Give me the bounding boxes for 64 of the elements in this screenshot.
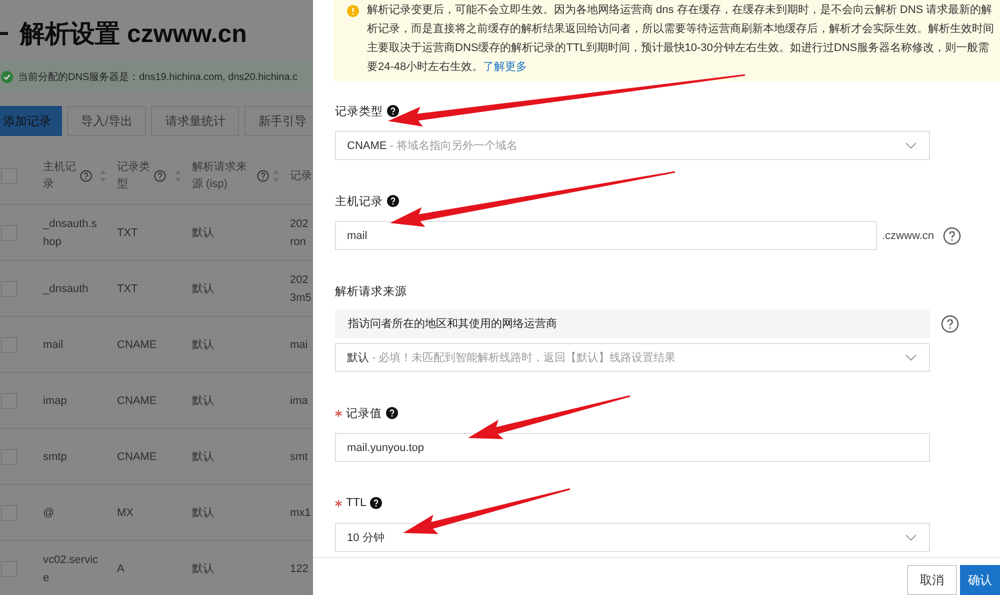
table-cell-text: ima: [290, 394, 309, 408]
table-cell-text: mail: [43, 338, 64, 352]
footer-button[interactable]: 取消: [907, 565, 957, 595]
table-cell-text: mx1: [290, 506, 312, 520]
field-label: 主机记录: [335, 194, 383, 208]
help-icon[interactable]: [386, 407, 398, 419]
sort-icon[interactable]: [174, 169, 182, 183]
table-cell: 默认: [192, 339, 214, 351]
table-cell-text: 202 3m5: [290, 272, 312, 306]
field-label: TTL: [346, 497, 366, 509]
help-icon[interactable]: [387, 195, 399, 207]
table-cell-text: smt: [290, 450, 309, 464]
learn-more-link[interactable]: 了解更多: [483, 61, 528, 73]
table-cell-text: smtp: [43, 450, 68, 464]
back-dash-icon[interactable]: [0, 32, 8, 34]
table-cell: 默认: [192, 227, 214, 239]
select-field[interactable]: CNAME - 将域名指向另外一个域名: [335, 131, 930, 160]
chevron-down-icon: [905, 534, 917, 541]
chevron-down-icon: [905, 142, 917, 149]
column-header: 解析请求来源 (isp): [192, 160, 248, 192]
table-cell: 默认: [192, 395, 214, 407]
help-icon[interactable]: [387, 105, 399, 117]
table-cell: TXT: [117, 226, 138, 238]
check-circle-icon: [1, 71, 13, 83]
table-cell-text: mai: [290, 338, 309, 352]
table-cell-text: vc02.service: [43, 552, 100, 586]
field-label: 记录类型: [335, 104, 383, 118]
select-field[interactable]: 10 分钟: [335, 523, 930, 552]
column-header: 记录类型: [117, 160, 151, 192]
field-label: 记录值: [346, 406, 382, 420]
table-cell-text: _dnsauth: [43, 282, 90, 296]
table-cell: CNAME: [117, 338, 157, 350]
column-header: 记录: [290, 168, 313, 184]
input-field[interactable]: mail.yunyou.top: [335, 433, 930, 462]
page-title: 解析设置 czwww.cn: [20, 18, 247, 50]
sort-icon[interactable]: [99, 169, 107, 183]
info-text: 指访问者所在的地区和其使用的网络运营商: [335, 310, 930, 338]
table-cell: 默认: [192, 451, 214, 463]
table-cell-text: @: [43, 506, 56, 520]
table-cell-text: 122: [290, 562, 310, 576]
notice-text: 解析记录变更后，可能不会立即生效。因为各地网络运营商 dns 存在缓存，在缓存未到期时，是不会向云解析 DNS 请求最新的解析记录，而是直接将之前缓存的解析结果返回给访问者，所以需要等待运营商刷新本地缓存后，解析才会实际生效。解析生效时间主要取决于运营商DNS缓存的解析记录的TTL到期时间，预计最快10-30分钟左右生效。如进行过DNS服务器名称修改，则一般需要24-48小时左右生效。了解更多: [367, 2, 994, 75]
table-cell-text: imap: [43, 394, 68, 408]
table-cell: TXT: [117, 282, 138, 294]
select-field[interactable]: 默认 - 必填！未匹配到智能解析线路时，返回【默认】线路设置结果: [335, 343, 930, 372]
field-label: 解析请求来源: [335, 284, 407, 298]
table-cell-text: 202 ron: [290, 216, 310, 250]
help-icon[interactable]: [370, 497, 382, 509]
column-header: 主机记录: [43, 160, 77, 192]
table-cell: A: [117, 562, 124, 574]
help-icon[interactable]: [941, 315, 959, 333]
dns-server-text: 当前分配的DNS服务器是：dns19.hichina.com, dns20.hichina.c: [18, 70, 298, 84]
domain-suffix: .czwww.cn: [882, 230, 934, 242]
table-cell: MX: [117, 506, 134, 518]
help-icon[interactable]: [942, 226, 961, 244]
input-field[interactable]: mail: [335, 221, 877, 250]
table-cell: 默认: [192, 283, 214, 295]
table-cell: 默认: [192, 507, 214, 519]
footer-button[interactable]: 确认: [960, 565, 1000, 595]
table-cell: CNAME: [117, 450, 157, 462]
chevron-down-icon: [905, 354, 917, 361]
table-cell: 默认: [192, 563, 214, 575]
table-cell-text: _dnsauth.shop: [43, 216, 98, 250]
warning-icon: [347, 5, 359, 17]
table-cell: CNAME: [117, 394, 157, 406]
